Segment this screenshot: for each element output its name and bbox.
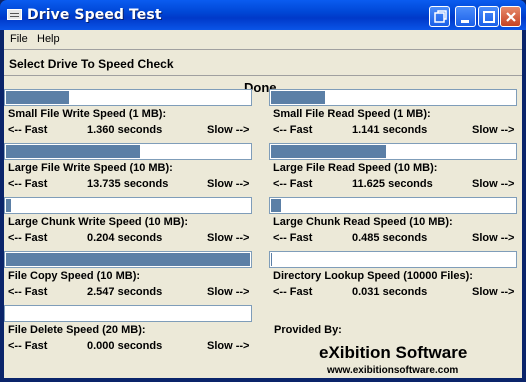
file-delete-slow-label: Slow --> — [207, 340, 250, 352]
window-title: Drive Speed Test — [27, 7, 162, 23]
company-name: eXibition Software — [319, 343, 468, 362]
menu-help[interactable]: Help — [34, 32, 63, 46]
large-write-fast-label: <-- Fast — [8, 178, 48, 190]
file-copy-value: 2.547 seconds — [87, 286, 163, 298]
large-write-label: Large File Write Speed (10 MB): — [8, 162, 173, 174]
close-button[interactable] — [500, 6, 521, 27]
large-read-progress-fill — [271, 145, 386, 158]
chunk-read-fast-label: <-- Fast — [273, 232, 313, 244]
chunk-write-fast-label: <-- Fast — [8, 232, 48, 244]
file-delete-progress-bar — [4, 305, 252, 322]
file-delete-fast-label: <-- Fast — [8, 340, 48, 352]
small-write-progress-fill — [6, 91, 69, 104]
chunk-read-label: Large Chunk Read Speed (10 MB): — [273, 216, 453, 228]
restore-icon — [434, 10, 447, 23]
dir-lookup-value: 0.031 seconds — [352, 286, 428, 298]
title-bar[interactable]: Drive Speed Test — [0, 0, 526, 30]
client-area: File Help Select Drive To Speed Check Do… — [4, 30, 522, 378]
small-read-value: 1.141 seconds — [352, 124, 428, 136]
file-copy-label: File Copy Speed (10 MB): — [8, 270, 141, 282]
dir-lookup-slow-label: Slow --> — [472, 286, 515, 298]
chunk-write-slow-label: Slow --> — [207, 232, 250, 244]
chunk-read-value: 0.485 seconds — [352, 232, 428, 244]
menu-bar: File Help — [4, 30, 522, 49]
chunk-read-progress-fill — [271, 199, 281, 212]
small-read-slow-label: Slow --> — [472, 124, 515, 136]
file-copy-progress-bar — [4, 251, 252, 268]
large-read-slow-label: Slow --> — [472, 178, 515, 190]
minimize-button[interactable] — [455, 6, 476, 27]
provided-by-label: Provided By: — [274, 324, 342, 336]
minimize-icon — [461, 20, 469, 23]
chunk-write-progress-bar — [4, 197, 252, 214]
large-read-progress-bar — [269, 143, 517, 160]
chunk-read-progress-bar — [269, 197, 517, 214]
small-write-label: Small File Write Speed (1 MB): — [8, 108, 167, 120]
small-write-value: 1.360 seconds — [87, 124, 163, 136]
large-read-value: 11.625 seconds — [352, 178, 433, 190]
maximize-button[interactable] — [478, 6, 499, 27]
app-icon — [7, 9, 22, 20]
drive-prompt: Select Drive To Speed Check — [9, 57, 174, 71]
restore-button[interactable] — [429, 6, 450, 27]
small-read-progress-fill — [271, 91, 325, 104]
dir-lookup-fast-label: <-- Fast — [273, 286, 313, 298]
small-read-fast-label: <-- Fast — [273, 124, 313, 136]
file-delete-value: 0.000 seconds — [87, 340, 163, 352]
dir-lookup-progress-fill — [271, 253, 272, 266]
file-copy-slow-label: Slow --> — [207, 286, 250, 298]
chunk-write-progress-fill — [6, 199, 11, 212]
company-url[interactable]: www.exibitionsoftware.com — [327, 365, 458, 376]
file-copy-fast-label: <-- Fast — [8, 286, 48, 298]
small-read-progress-bar — [269, 89, 517, 106]
status-separator — [4, 75, 522, 76]
maximize-icon — [483, 11, 495, 23]
app-window: Drive Speed Test File Help Select Drive … — [0, 0, 526, 382]
large-write-slow-label: Slow --> — [207, 178, 250, 190]
dir-lookup-label: Directory Lookup Speed (10000 Files): — [273, 270, 473, 282]
large-write-value: 13.735 seconds — [87, 178, 169, 190]
menu-separator — [4, 49, 522, 50]
chunk-write-value: 0.204 seconds — [87, 232, 163, 244]
large-read-fast-label: <-- Fast — [273, 178, 313, 190]
file-delete-label: File Delete Speed (20 MB): — [8, 324, 146, 336]
large-read-label: Large File Read Speed (10 MB): — [273, 162, 438, 174]
chunk-read-slow-label: Slow --> — [472, 232, 515, 244]
chunk-write-label: Large Chunk Write Speed (10 MB): — [8, 216, 189, 228]
large-write-progress-bar — [4, 143, 252, 160]
small-write-slow-label: Slow --> — [207, 124, 250, 136]
menu-file[interactable]: File — [7, 32, 31, 46]
file-copy-progress-fill — [6, 253, 250, 266]
small-read-label: Small File Read Speed (1 MB): — [273, 108, 431, 120]
large-write-progress-fill — [6, 145, 140, 158]
dir-lookup-progress-bar — [269, 251, 517, 268]
small-write-progress-bar — [4, 89, 252, 106]
small-write-fast-label: <-- Fast — [8, 124, 48, 136]
close-icon — [506, 12, 516, 22]
